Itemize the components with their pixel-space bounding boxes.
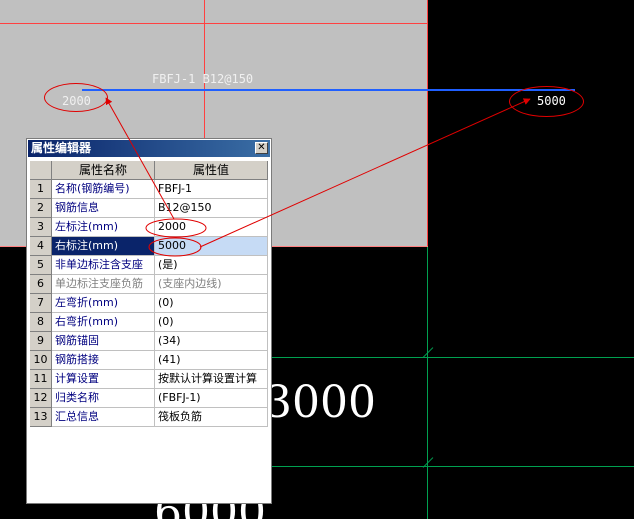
property-value[interactable]: (41)	[155, 351, 268, 370]
row-number: 7	[30, 294, 52, 313]
property-name[interactable]: 归类名称	[52, 389, 155, 408]
property-name[interactable]: 左标注(mm)	[52, 218, 155, 237]
annotation-ellipse-right-dimension	[509, 86, 584, 117]
property-name[interactable]: 右标注(mm)	[52, 237, 155, 256]
property-value[interactable]: (0)	[155, 313, 268, 332]
property-value[interactable]: B12@150	[155, 199, 268, 218]
row-number: 1	[30, 180, 52, 199]
property-row[interactable]: 9 钢筋锚固 (34)	[30, 332, 268, 351]
property-row[interactable]: 6 单边标注支座负筋 (支座内边线)	[30, 275, 268, 294]
row-number: 3	[30, 218, 52, 237]
bg-dimension-3000: 3000	[264, 377, 376, 428]
close-icon: ✕	[257, 142, 266, 153]
horizontal-axis-line	[0, 23, 428, 24]
property-name[interactable]: 非单边标注含支座	[52, 256, 155, 275]
rebar-label: FBFJ-1 B12@150	[152, 72, 254, 86]
property-row[interactable]: 1 名称(钢筋编号) FBFJ-1	[30, 180, 268, 199]
property-name[interactable]: 钢筋信息	[52, 199, 155, 218]
property-name[interactable]: 右弯折(mm)	[52, 313, 155, 332]
row-number: 2	[30, 199, 52, 218]
property-row[interactable]: 7 左弯折(mm) (0)	[30, 294, 268, 313]
row-number-header	[30, 161, 52, 180]
row-number: 5	[30, 256, 52, 275]
property-row[interactable]: 12 归类名称 (FBFJ-1)	[30, 389, 268, 408]
property-name[interactable]: 钢筋搭接	[52, 351, 155, 370]
row-number: 10	[30, 351, 52, 370]
property-value[interactable]: (支座内边线)	[155, 275, 268, 294]
property-value[interactable]: 按默认计算设置计算	[155, 370, 268, 389]
row-number: 13	[30, 408, 52, 427]
property-row[interactable]: 10 钢筋搭接 (41)	[30, 351, 268, 370]
property-value[interactable]: (34)	[155, 332, 268, 351]
col-value-header[interactable]: 属性值	[155, 161, 268, 180]
property-row[interactable]: 3 左标注(mm) 2000	[30, 218, 268, 237]
property-editor-titlebar[interactable]: 属性编辑器 ✕	[28, 140, 270, 157]
property-value[interactable]: FBFJ-1	[155, 180, 268, 199]
row-number: 6	[30, 275, 52, 294]
row-number: 9	[30, 332, 52, 351]
row-number: 4	[30, 237, 52, 256]
property-value[interactable]: 筏板负筋	[155, 408, 268, 427]
property-editor-title: 属性编辑器	[31, 141, 92, 155]
property-editor-window[interactable]: 属性编辑器 ✕ 属性名称 属性值 1 名称(钢筋编号) FBFJ-1 2 钢筋信息 B12…	[26, 138, 272, 504]
property-row[interactable]: 5 非单边标注含支座 (是)	[30, 256, 268, 275]
property-name[interactable]: 左弯折(mm)	[52, 294, 155, 313]
close-button[interactable]: ✕	[255, 142, 268, 154]
property-row[interactable]: 4 右标注(mm) 5000	[30, 237, 268, 256]
property-row[interactable]: 2 钢筋信息 B12@150	[30, 199, 268, 218]
property-name[interactable]: 汇总信息	[52, 408, 155, 427]
property-name[interactable]: 计算设置	[52, 370, 155, 389]
property-row[interactable]: 8 右弯折(mm) (0)	[30, 313, 268, 332]
grid-line-horizontal-1	[272, 357, 634, 358]
grid-line-vertical	[427, 247, 428, 519]
property-name[interactable]: 单边标注支座负筋	[52, 275, 155, 294]
row-number: 12	[30, 389, 52, 408]
row-number: 8	[30, 313, 52, 332]
property-value[interactable]: (是)	[155, 256, 268, 275]
property-row[interactable]: 11 计算设置 按默认计算设置计算	[30, 370, 268, 389]
property-row[interactable]: 13 汇总信息 筏板负筋	[30, 408, 268, 427]
property-name[interactable]: 名称(钢筋编号)	[52, 180, 155, 199]
col-name-header[interactable]: 属性名称	[52, 161, 155, 180]
property-value[interactable]: (0)	[155, 294, 268, 313]
property-name[interactable]: 钢筋锚固	[52, 332, 155, 351]
rebar-line[interactable]	[82, 89, 575, 91]
row-number: 11	[30, 370, 52, 389]
property-value[interactable]: 5000	[155, 237, 268, 256]
annotation-ellipse-left-dimension	[44, 83, 108, 112]
property-value[interactable]: (FBFJ-1)	[155, 389, 268, 408]
property-value[interactable]: 2000	[155, 218, 268, 237]
grid-line-horizontal-2	[272, 466, 634, 467]
